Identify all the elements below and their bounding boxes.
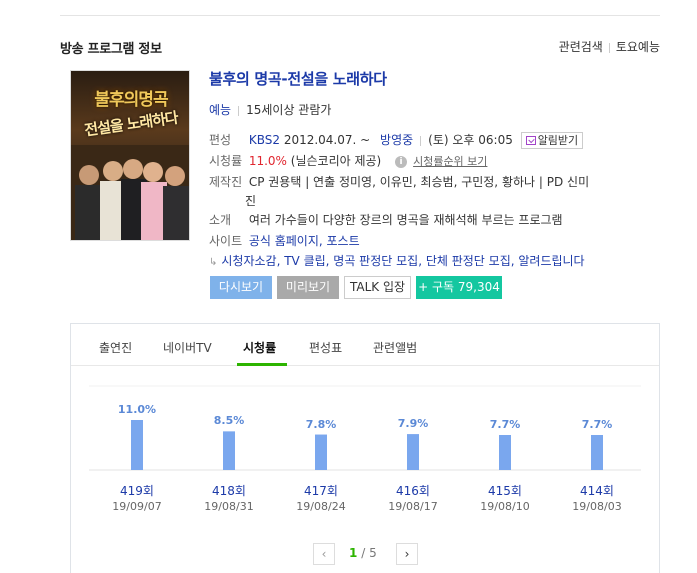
chart-date-label: 19/08/31 — [204, 500, 254, 513]
tab-cast[interactable]: 출연진 — [99, 339, 132, 356]
channel-link[interactable]: KBS2 — [249, 133, 280, 147]
production-row: 제작진 CP 권용택 | 연출 정미영, 이유민, 최승범, 구민정, 황하나 … — [209, 173, 589, 190]
chart-date-label: 19/08/03 — [572, 500, 622, 513]
chart-episode-label[interactable]: 415회 — [470, 482, 540, 499]
chart-value-label: 7.7% — [581, 418, 613, 431]
alarm-button[interactable]: 알림받기 — [520, 132, 584, 149]
chart-value-label: 7.8% — [305, 417, 337, 431]
pagination: ‹ 1 / 5 › — [311, 543, 421, 565]
chart-bar[interactable] — [591, 435, 603, 470]
section-header: 방송 프로그램 정보 관련검색 토요예능 — [60, 38, 660, 58]
chart-date-label: 19/08/24 — [296, 500, 346, 513]
chart-episode-label[interactable]: 417회 — [286, 482, 356, 499]
chart-episode-label[interactable]: 418회 — [194, 482, 264, 499]
site-links[interactable]: 공식 홈페이지, 포스트 — [249, 234, 360, 248]
divider — [238, 105, 240, 116]
chart-date-label: 19/08/17 — [388, 500, 438, 513]
program-title[interactable]: 불후의 명곡-전설을 노래하다 — [209, 68, 387, 89]
intro-text: 여러 가수들이 다양한 장르의 명곡을 재해석해 부르는 프로그램 — [248, 213, 563, 227]
extra-links[interactable]: 시청자소감, TV 클립, 명곡 판정단 모집, 단체 판정단 모집, 알려드립… — [221, 254, 584, 268]
alarm-label: 알림받기 — [537, 134, 579, 147]
tab-bar: 출연진 네이버TV 시청률 편성표 관련앨범 — [71, 324, 659, 366]
production-credits: CP 권용택 | 연출 정미영, 이유민, 최승범, 구민정, 황하나 | PD… — [248, 175, 590, 189]
corner-arrow-icon: ↳ — [209, 257, 218, 268]
production-credits-cont: 진 — [245, 194, 257, 208]
intro-row: 소개 여러 가수들이 다양한 장르의 명곡을 재해석해 부르는 프로그램 — [209, 211, 563, 228]
viewership-value: 11.0% — [248, 154, 287, 168]
total-pages: 5 — [369, 546, 377, 560]
info-icon[interactable]: i — [395, 155, 408, 168]
page-indicator: 1 / 5 — [349, 546, 377, 560]
chevron-left-icon[interactable]: ‹ — [313, 543, 335, 565]
chart-value-label: 7.7% — [489, 418, 521, 431]
chart-date-label: 19/09/07 — [112, 500, 162, 513]
poster-title: 불후의명곡 — [94, 90, 168, 110]
chart-episode-label[interactable]: 414회 — [562, 482, 632, 499]
rating-rank-link[interactable]: 시청률순위 보기 — [413, 155, 487, 168]
talk-button[interactable]: TALK 입장 — [344, 276, 411, 299]
site-label: 사이트 — [209, 234, 243, 248]
site-row: 사이트 공식 홈페이지, 포스트 — [209, 232, 360, 249]
production-label: 제작진 — [209, 175, 243, 189]
page-separator: / — [361, 546, 366, 560]
tab-ratings[interactable]: 시청률 — [243, 339, 276, 356]
chart-episode-label[interactable]: 419회 — [102, 482, 172, 499]
chart-bar[interactable] — [315, 434, 327, 470]
airing-status: 방영중 — [380, 133, 414, 147]
genre-link[interactable]: 예능 — [209, 103, 231, 117]
current-page: 1 — [349, 546, 358, 560]
top-divider — [60, 15, 660, 16]
divider — [608, 42, 610, 53]
poster-subtitle: 전설을 노래하다 — [83, 108, 179, 140]
related-search-link[interactable]: 관련검색 — [559, 40, 603, 54]
section-title: 방송 프로그램 정보 — [60, 42, 162, 57]
airtime: (토) 오후 06:05 — [428, 133, 513, 147]
chart-episode-label[interactable]: 416회 — [378, 482, 448, 499]
chart-bar[interactable] — [131, 420, 143, 470]
chart-value-label: 7.9% — [397, 417, 429, 431]
viewership-row: 시청률 11.0% (닐슨코리아 제공) i 시청률순위 보기 — [209, 152, 487, 169]
viewership-label: 시청률 — [209, 154, 243, 168]
saturday-variety-link[interactable]: 토요예능 — [616, 40, 660, 54]
replay-button[interactable]: 다시보기 — [210, 276, 272, 299]
chart-bar[interactable] — [499, 435, 511, 470]
poster-cast-image — [71, 145, 189, 240]
chart-value-label: 8.5% — [213, 414, 245, 428]
intro-label: 소개 — [209, 213, 232, 227]
schedule-row: 편성 KBS2 2012.04.07. ~ 방영중 (토) 오후 06:05 알림… — [209, 131, 584, 149]
subscribe-button[interactable]: + 구독 79,304 — [416, 276, 502, 299]
viewership-source: (닐슨코리아 제공) — [290, 154, 382, 168]
chevron-right-icon[interactable]: › — [396, 543, 418, 565]
chart-bar[interactable] — [407, 434, 419, 470]
start-date: 2012.04.07. ~ — [283, 133, 371, 147]
age-rating: 15세이상 관람가 — [246, 103, 332, 117]
header-links: 관련검색 토요예능 — [559, 38, 660, 55]
ratings-panel: 출연진 네이버TV 시청률 편성표 관련앨범 11.0% 419회 19/09/07… — [70, 323, 660, 573]
calendar-check-icon — [525, 136, 536, 145]
tab-albums[interactable]: 관련앨범 — [373, 339, 417, 356]
schedule-label: 편성 — [209, 133, 232, 147]
genre-row: 예능 15세이상 관람가 — [209, 101, 331, 118]
chart-value-label: 11.0% — [117, 403, 157, 416]
tab-schedule[interactable]: 편성표 — [309, 339, 342, 356]
preview-button[interactable]: 미리보기 — [277, 276, 339, 299]
divider — [420, 135, 422, 146]
extra-links-row: ↳ 시청자소감, TV 클립, 명곡 판정단 모집, 단체 판정단 모집, 알려드… — [209, 252, 585, 269]
tab-navertv[interactable]: 네이버TV — [163, 339, 212, 356]
chart-date-label: 19/08/10 — [480, 500, 530, 513]
chart-bar[interactable] — [223, 431, 235, 470]
program-poster[interactable]: 불후의명곡 전설을 노래하다 — [70, 70, 190, 241]
